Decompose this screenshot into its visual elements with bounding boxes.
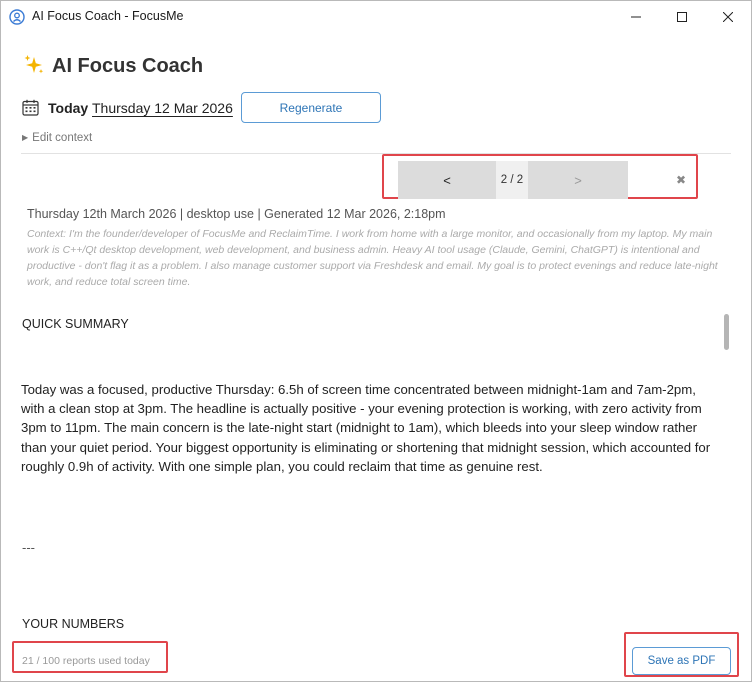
reports-usage-counter: 21 / 100 reports used today — [22, 655, 150, 667]
quick-summary-heading: QUICK SUMMARY — [22, 317, 129, 331]
title-bar[interactable]: AI Focus Coach - FocusMe — [1, 1, 751, 33]
app-window: AI Focus Coach - FocusMe AI Focus Coach … — [0, 0, 752, 682]
sparkle-icon — [24, 55, 44, 74]
page-title: AI Focus Coach — [52, 55, 204, 77]
your-numbers-heading: YOUR NUMBERS — [22, 617, 125, 631]
expand-triangle-icon: ▶ — [22, 133, 29, 142]
next-report-button[interactable]: > — [528, 161, 628, 199]
section-divider: --- — [22, 540, 35, 555]
previous-report-button[interactable]: < — [398, 161, 496, 199]
today-label: Today — [48, 100, 89, 116]
close-button[interactable] — [705, 1, 751, 33]
focusme-app-icon — [9, 9, 25, 25]
calendar-icon[interactable] — [22, 99, 39, 116]
regenerate-button[interactable]: Regenerate — [241, 92, 381, 123]
date-picker-link[interactable]: Thursday 12 Mar 2026 — [92, 100, 233, 116]
minimize-icon — [631, 16, 641, 18]
report-meta: Thursday 12th March 2026 | desktop use |… — [27, 207, 446, 221]
quick-summary-text: Today was a focused, productive Thursday… — [21, 382, 711, 474]
report-page-count: 2 / 2 — [496, 161, 528, 199]
maximize-icon — [677, 12, 687, 22]
minimize-button[interactable] — [613, 1, 659, 33]
close-report-icon[interactable]: ✖ — [673, 172, 689, 188]
close-icon — [723, 12, 733, 22]
scrollbar-thumb[interactable] — [724, 314, 729, 350]
edit-context-toggle[interactable]: ▶ Edit context — [22, 132, 92, 144]
edit-context-label: Edit context — [32, 132, 93, 144]
window-title: AI Focus Coach - FocusMe — [32, 9, 184, 23]
maximize-button[interactable] — [659, 1, 705, 33]
report-context: Context: I'm the founder/developer of Fo… — [27, 228, 718, 288]
save-as-pdf-button[interactable]: Save as PDF — [632, 647, 731, 675]
